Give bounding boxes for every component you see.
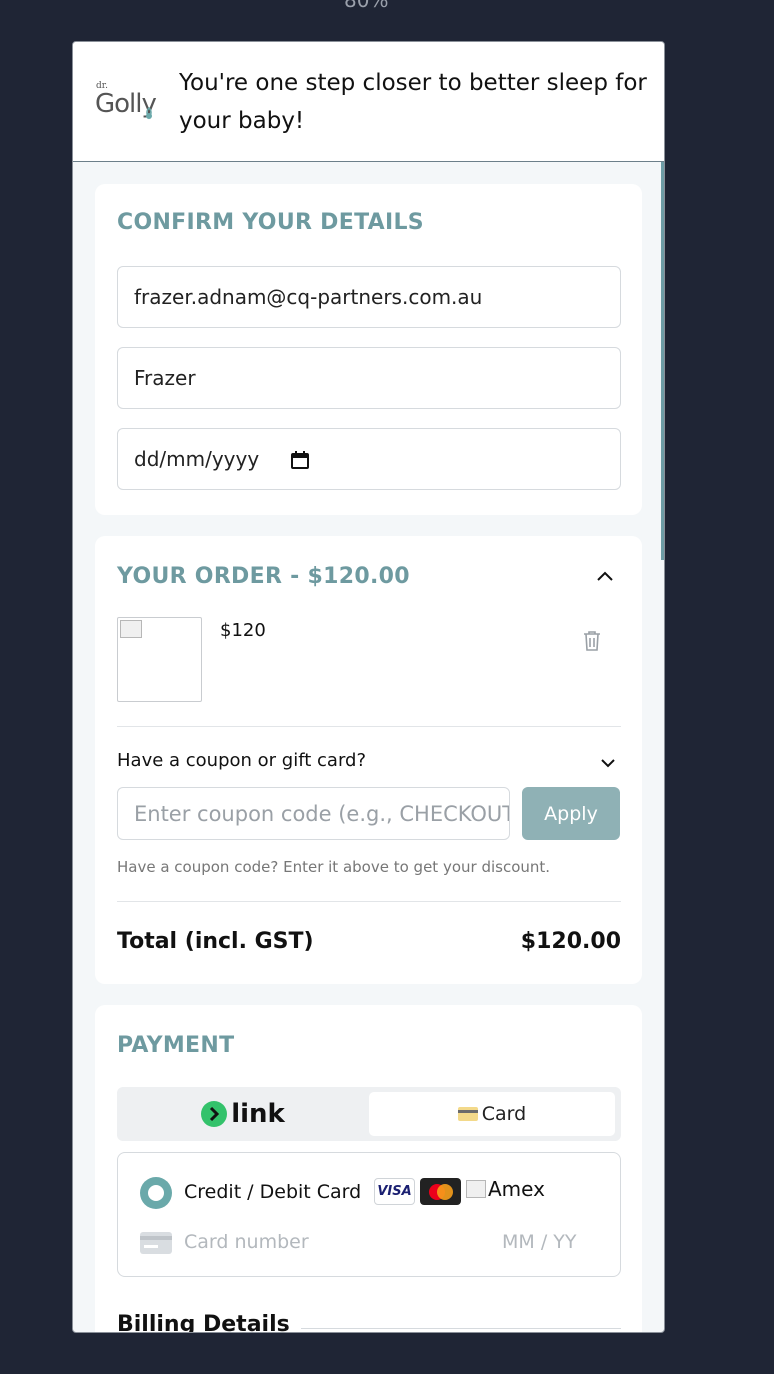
card-payment-box: Credit / Debit Card VISA Amex Card numbe… <box>117 1152 621 1277</box>
coupon-help-text: Have a coupon code? Enter it above to ge… <box>117 858 551 876</box>
tab-card[interactable]: Card <box>369 1092 615 1136</box>
chevron-down-icon[interactable] <box>600 754 616 773</box>
coupon-input[interactable]: Enter coupon code (e.g., CHECKOUT20) <box>117 787 510 840</box>
credit-card-radio[interactable] <box>140 1177 172 1209</box>
billing-details-title: Billing Details <box>117 1312 290 1333</box>
email-field[interactable]: frazer.adnam@cq-partners.com.au <box>117 266 621 328</box>
email-value: frazer.adnam@cq-partners.com.au <box>134 285 483 309</box>
broken-image-icon <box>120 620 142 638</box>
payment-card: PAYMENT link Card Credit / Debit Card VI… <box>95 1005 642 1333</box>
dr-golly-logo: dr. Golly <box>93 72 173 132</box>
card-number-icon <box>140 1232 172 1258</box>
mastercard-icon <box>420 1178 461 1205</box>
billing-divider <box>301 1328 621 1329</box>
link-logo-icon <box>201 1101 228 1127</box>
header-title: You're one step closer to better sleep f… <box>179 69 647 134</box>
payment-method-label: Credit / Debit Card <box>184 1181 362 1203</box>
amex-icon: Amex <box>466 1177 545 1201</box>
details-card: CONFIRM YOUR DETAILS frazer.adnam@cq-par… <box>95 184 642 515</box>
scrollbar[interactable] <box>661 162 664 560</box>
order-divider <box>117 726 621 727</box>
coupon-prompt[interactable]: Have a coupon or gift card? <box>117 750 366 771</box>
zoom-level: 80% <box>344 0 389 12</box>
card-number-input[interactable]: Card number <box>184 1231 309 1253</box>
total-label: Total (incl. GST) <box>117 929 314 954</box>
payment-tabs: link Card <box>117 1087 621 1141</box>
item-price: $120 <box>220 620 266 641</box>
checkout-header: dr. Golly You're one step closer to bett… <box>73 42 664 162</box>
tab-link-label: link <box>231 1099 285 1129</box>
visa-icon: VISA <box>374 1178 415 1205</box>
expiry-input[interactable]: MM / YY <box>502 1231 576 1253</box>
name-field[interactable]: Frazer <box>117 347 621 409</box>
amex-alt-text: Amex <box>488 1177 545 1201</box>
dob-field[interactable]: dd/mm/yyyy <box>117 428 621 490</box>
calendar-icon[interactable] <box>291 450 310 469</box>
tab-link[interactable]: link <box>117 1087 369 1141</box>
name-value: Frazer <box>134 366 196 390</box>
total-divider <box>117 901 621 902</box>
details-title: CONFIRM YOUR DETAILS <box>117 210 424 235</box>
card-icon <box>457 1107 478 1121</box>
order-card: YOUR ORDER - $120.00 $120 Have a coupon … <box>95 536 642 984</box>
payment-title: PAYMENT <box>117 1033 235 1058</box>
checkout-modal: dr. Golly You're one step closer to bett… <box>72 41 665 1333</box>
tab-card-label: Card <box>481 1103 527 1125</box>
trash-icon[interactable] <box>583 630 601 656</box>
order-title: YOUR ORDER - $120.00 <box>117 564 410 589</box>
total-value: $120.00 <box>520 929 621 954</box>
product-image <box>117 617 202 702</box>
dob-placeholder: dd/mm/yyyy <box>134 447 260 471</box>
coupon-placeholder: Enter coupon code (e.g., CHECKOUT20) <box>134 801 510 826</box>
apply-button[interactable]: Apply <box>522 787 620 840</box>
chevron-up-icon[interactable] <box>595 568 615 587</box>
